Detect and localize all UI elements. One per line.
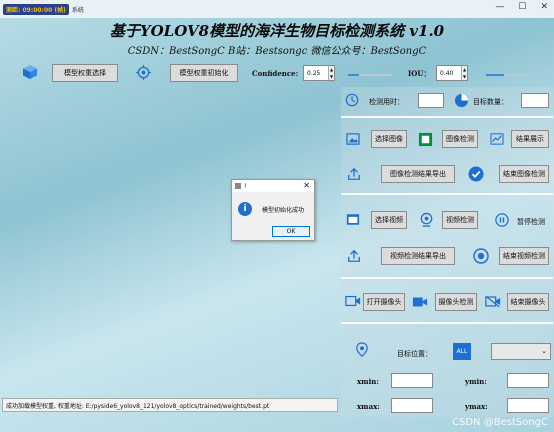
detect-time-label: 检测用时：	[369, 98, 404, 106]
xmin-field	[391, 373, 433, 388]
cube-icon	[23, 65, 37, 79]
location-pin-icon	[356, 342, 368, 357]
control-panel: 检测用时： 目标数量： 选择图像 图像检测 结果展示 图像检测结果导出 结束图像…	[341, 87, 553, 417]
confidence-slider[interactable]	[348, 72, 392, 78]
pause-icon	[495, 213, 509, 227]
dialog-message: 模型初始化成功	[262, 207, 305, 214]
ok-button[interactable]: OK	[272, 226, 310, 237]
status-bar: 成功加载模型权重, 权重地址: E:/pyside6_yolov8_121/yo…	[2, 398, 338, 412]
window-title: 系统	[71, 6, 84, 14]
select-video-button[interactable]: 选择视频	[371, 211, 407, 229]
title-chip: 测距: 09:00:00 (帧)	[3, 3, 69, 15]
target-count-field	[521, 93, 549, 108]
pause-detect-button[interactable]: 暂停检测	[517, 217, 545, 227]
maximize-button[interactable]: ☐	[518, 2, 526, 12]
camera-icon	[345, 295, 361, 307]
iou-slider[interactable]	[486, 72, 530, 78]
image-icon	[346, 133, 360, 145]
init-weight-button[interactable]: 模型权重初始化	[170, 64, 238, 82]
image-detect-icon	[418, 132, 433, 147]
end-video-detect-button[interactable]: 结束视频检测	[499, 247, 549, 265]
detect-time-field	[418, 93, 444, 108]
target-count-label: 目标数量：	[473, 98, 508, 106]
target-dropdown[interactable]: ⌄	[491, 343, 551, 360]
message-dialog: ! ✕ i 模型初始化成功 OK	[231, 179, 315, 241]
ymax-field	[507, 398, 549, 413]
camera-off-icon	[485, 295, 501, 308]
chevron-down-icon: ⌄	[541, 347, 547, 355]
camera-detect-button[interactable]: 摄像头检测	[435, 293, 477, 311]
divider	[341, 193, 553, 195]
iou-spinbox[interactable]: 0.40 ▲ ▼	[436, 65, 468, 81]
camera-filled-icon	[412, 297, 428, 307]
watermark: CSDN @BestSongC	[452, 417, 548, 428]
select-weight-button[interactable]: 模型权重选择	[52, 64, 118, 82]
clock-icon	[345, 93, 359, 107]
check-circle-icon	[468, 166, 484, 182]
pie-chart-icon	[454, 93, 469, 108]
app-icon	[235, 183, 241, 189]
app-title: 基于YOLOV8模型的海洋生物目标检测系统 v1.0	[109, 22, 445, 40]
xmax-label: xmax:	[357, 402, 380, 411]
open-camera-button[interactable]: 打开摄像头	[363, 293, 405, 311]
ymax-label: ymax:	[465, 402, 488, 411]
minimize-button[interactable]: —	[495, 2, 504, 12]
export-image-result-button[interactable]: 图像检测结果导出	[381, 165, 455, 183]
iou-value: 0.40	[440, 69, 454, 77]
video-icon	[346, 214, 360, 225]
upload-icon	[348, 249, 360, 262]
app-subtitle: CSDN：BestSongC B站：Bestsongc 微信公众号：BestSo…	[127, 46, 427, 57]
window-title-bar: 测距: 09:00:00 (帧) 系统 — ☐ ✕	[0, 0, 554, 18]
spin-arrows-icon[interactable]: ▲ ▼	[461, 66, 467, 80]
xmin-label: xmin:	[357, 377, 379, 386]
upload-icon	[348, 167, 360, 180]
target-icon	[136, 65, 151, 80]
confidence-spinbox[interactable]: 0.25 ▲ ▼	[303, 65, 335, 81]
line-chart-icon	[490, 133, 504, 145]
divider	[341, 277, 553, 279]
toolbar: 模型权重选择 模型权重初始化 Confidence: 0.25 ▲ ▼ IOU： …	[0, 60, 554, 86]
end-image-detect-button[interactable]: 结束图像检测	[499, 165, 549, 183]
divider	[341, 322, 553, 324]
webcam-icon	[420, 212, 433, 227]
target-select-tag: ALL	[453, 343, 471, 360]
confidence-value: 0.25	[307, 69, 321, 77]
end-camera-button[interactable]: 结束摄像头	[507, 293, 549, 311]
video-detect-button[interactable]: 视频检测	[442, 211, 478, 229]
spin-arrows-icon[interactable]: ▲ ▼	[328, 66, 334, 80]
export-video-result-button[interactable]: 视频检测结果导出	[381, 247, 455, 265]
xmax-field	[391, 398, 433, 413]
ymin-field	[507, 373, 549, 388]
close-icon[interactable]: ✕	[303, 181, 310, 190]
divider	[341, 116, 553, 118]
image-detect-button[interactable]: 图像检测	[442, 130, 478, 148]
show-result-button[interactable]: 结果展示	[511, 130, 549, 148]
select-image-button[interactable]: 选择图像	[371, 130, 407, 148]
stop-circle-icon	[473, 248, 489, 264]
info-icon: i	[238, 202, 252, 216]
close-button[interactable]: ✕	[540, 2, 548, 12]
target-position-label: 目标位置：	[397, 350, 432, 358]
dialog-title: !	[244, 182, 247, 190]
iou-label: IOU：	[408, 69, 431, 78]
confidence-label: Confidence:	[252, 69, 299, 78]
dialog-title-bar: ! ✕	[232, 180, 314, 192]
ymin-label: ymin:	[465, 377, 487, 386]
